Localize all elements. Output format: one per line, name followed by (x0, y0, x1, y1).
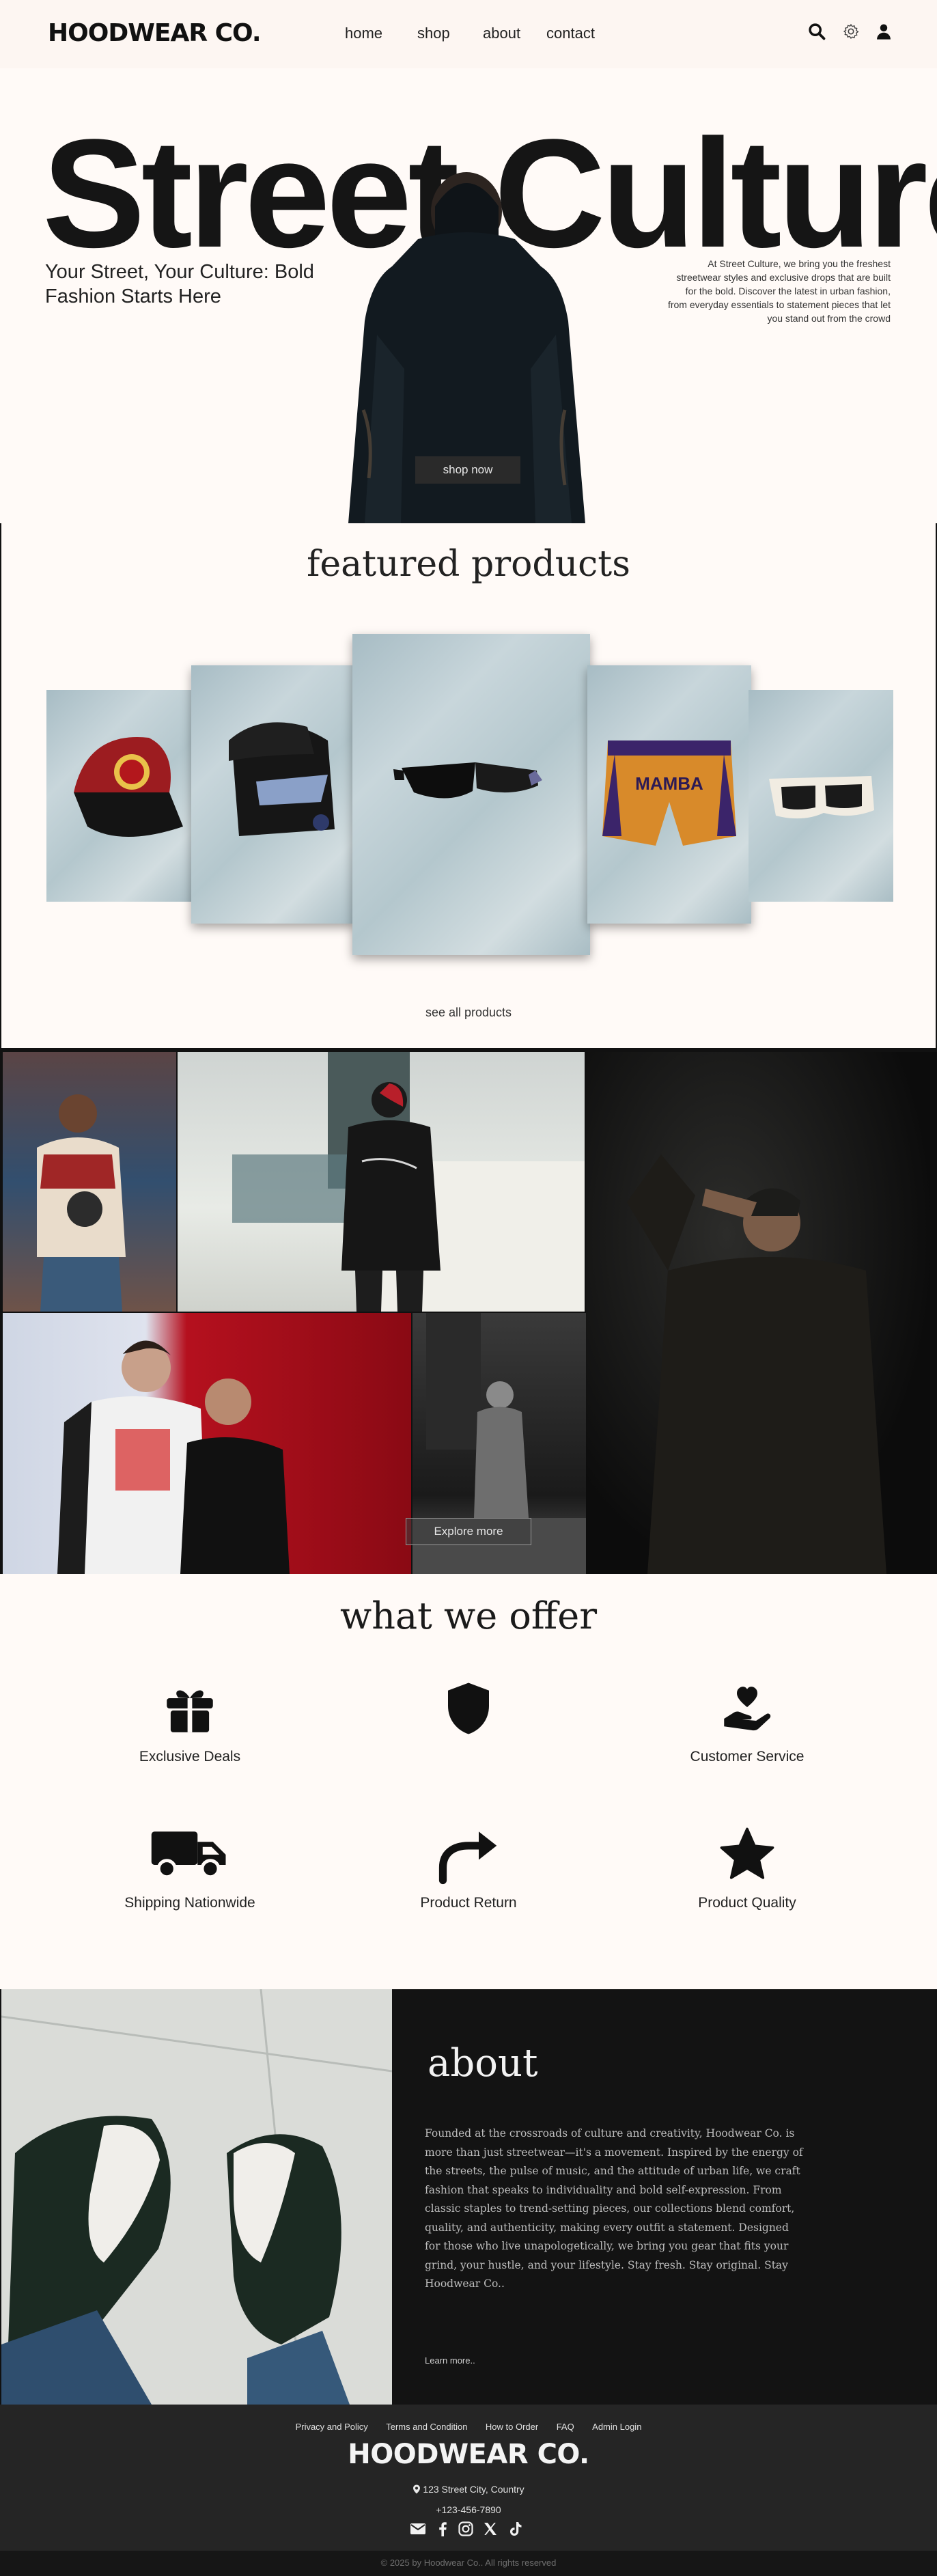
offer-customer-service: Customer Service (645, 1678, 850, 1765)
offer-shipping-nationwide: Shipping Nationwide (87, 1824, 292, 1911)
footer-brand: HOODWEAR CO. (348, 2439, 589, 2470)
product-card-black-cap[interactable] (191, 665, 355, 924)
footer-link-privacy[interactable]: Privacy and Policy (296, 2422, 368, 2432)
footer-link-terms[interactable]: Terms and Condition (386, 2422, 467, 2432)
footer-address-text: 123 Street City, Country (423, 2484, 525, 2495)
black-sunglasses-image (393, 762, 542, 799)
social-links (410, 2521, 527, 2540)
basketball-shorts-image: MAMBA (602, 740, 736, 846)
lookbook-gallery: Explore more (0, 1049, 937, 1574)
brand-logo[interactable]: HOODWEAR CO. (48, 19, 262, 47)
section-title: what we offer (339, 1594, 598, 1637)
search-icon[interactable] (807, 22, 826, 41)
offer-label: Product Quality (698, 1895, 796, 1911)
x-icon[interactable] (482, 2521, 499, 2537)
email-icon[interactable] (410, 2521, 426, 2537)
location-pin-icon (413, 2484, 421, 2494)
shield-icon (448, 1682, 489, 1734)
offer-product-return: Product Return (366, 1824, 571, 1911)
gallery-image-3 (586, 1052, 937, 1574)
product-card-black-sunglasses[interactable] (352, 634, 590, 955)
footer-address: 123 Street City, Country (0, 2484, 937, 2495)
tiktok-icon[interactable] (507, 2521, 523, 2537)
offer-protection (366, 1678, 571, 1749)
user-icon[interactable] (874, 22, 893, 41)
offer-exclusive-deals: Exclusive Deals (87, 1678, 292, 1765)
about-sneakers-image (1, 1989, 392, 2405)
gallery-image-1 (3, 1052, 176, 1312)
footer: Privacy and Policy Terms and Condition H… (0, 2405, 937, 2551)
hero-section: Street Culture Your Street, Your Culture… (0, 68, 937, 523)
top-nav: HOODWEAR CO. home shop about contact (0, 0, 937, 68)
offer-label: Shipping Nationwide (124, 1895, 255, 1911)
featured-products-section: featured products MAMBA see all products (0, 523, 937, 1049)
svg-text:MAMBA: MAMBA (635, 773, 703, 794)
return-arrow-icon (438, 1831, 497, 1885)
hero-subtitle: Your Street, Your Culture: Bold Fashion … (45, 261, 314, 307)
about-text: Founded at the crossroads of culture and… (425, 2127, 803, 2290)
copyright-bar: © 2025 by Hoodwear Co.. All rights reser… (0, 2551, 937, 2576)
offer-label: Product Return (420, 1895, 517, 1911)
white-sunglasses-image (769, 776, 874, 819)
instagram-icon[interactable] (458, 2521, 474, 2537)
copyright-text: © 2025 by Hoodwear Co.. All rights reser… (380, 2558, 557, 2568)
product-card-white-sunglasses[interactable] (749, 690, 893, 902)
star-icon (720, 1827, 774, 1879)
section-title: featured products (307, 544, 630, 585)
gift-icon (167, 1690, 213, 1732)
shop-now-button[interactable]: shop now (415, 456, 520, 484)
offer-label: Exclusive Deals (139, 1749, 241, 1764)
nav-link-shop[interactable]: shop (417, 25, 450, 42)
nav-link-contact[interactable]: contact (546, 25, 595, 42)
offer-product-quality: Product Quality (645, 1824, 850, 1911)
truck-icon (151, 1831, 226, 1879)
facebook-icon[interactable] (434, 2521, 451, 2537)
product-card-basketball-shorts[interactable]: MAMBA (587, 665, 751, 924)
red-cap-image (74, 737, 183, 837)
heart-hand-icon (724, 1687, 771, 1731)
gallery-image-2 (178, 1052, 585, 1312)
explore-more-button[interactable]: Explore more (406, 1518, 531, 1545)
settings-icon[interactable] (841, 22, 861, 41)
what-we-offer-section: what we offer Exclusive Deals Customer S… (0, 1574, 937, 1989)
offer-label: Customer Service (690, 1749, 805, 1764)
black-cap-image (229, 722, 335, 836)
footer-links: Privacy and Policy Terms and Condition H… (0, 2421, 937, 2433)
gallery-image-4 (3, 1313, 411, 1574)
nav-link-home[interactable]: home (345, 25, 382, 42)
footer-link-admin-login[interactable]: Admin Login (592, 2422, 641, 2432)
see-all-products-link[interactable]: see all products (1, 1006, 936, 1020)
hero-description: At Street Culture, we bring you the fres… (667, 258, 891, 324)
footer-link-how-to-order[interactable]: How to Order (486, 2422, 538, 2432)
footer-phone: +123-456-7890 (436, 2504, 501, 2515)
nav-link-about[interactable]: about (483, 25, 520, 42)
about-title: about (428, 2041, 538, 2086)
product-card-red-cap[interactable] (46, 690, 193, 902)
about-section: about Founded at the crossroads of cultu… (0, 1989, 937, 2405)
learn-more-link[interactable]: Learn more.. (425, 2355, 475, 2366)
footer-link-faq[interactable]: FAQ (557, 2422, 574, 2432)
